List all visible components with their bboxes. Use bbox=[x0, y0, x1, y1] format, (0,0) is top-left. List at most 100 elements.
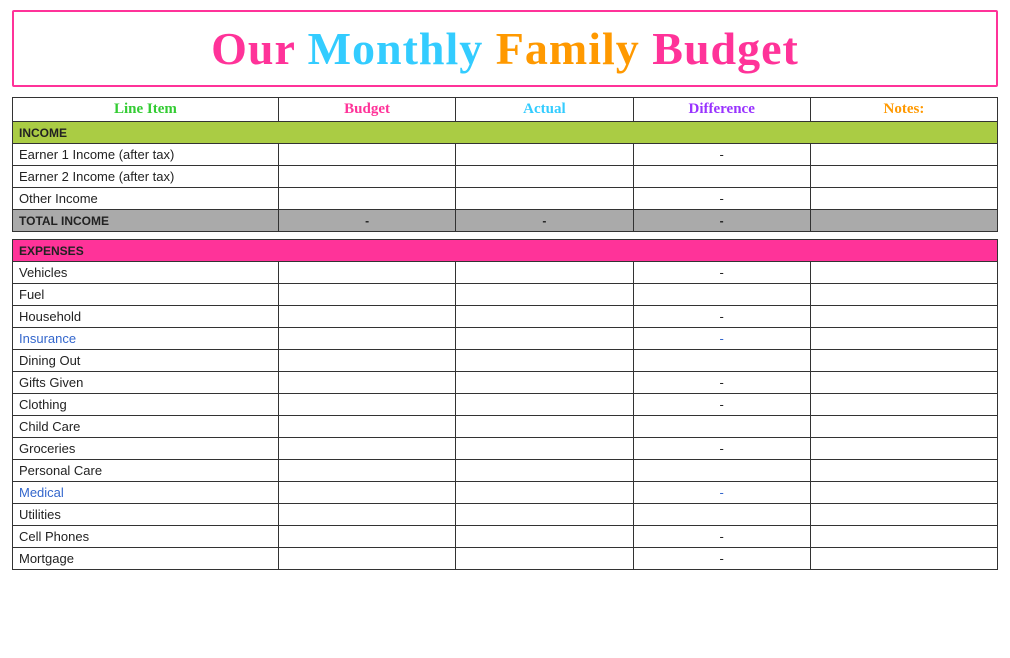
title-our: Our bbox=[211, 23, 307, 74]
col-header-budget: Budget bbox=[278, 98, 455, 122]
personalcare-budget bbox=[278, 460, 455, 482]
cellphones-notes bbox=[810, 526, 997, 548]
earner1-item: Earner 1 Income (after tax) bbox=[13, 144, 279, 166]
groceries-budget bbox=[278, 438, 455, 460]
insurance-budget bbox=[278, 328, 455, 350]
clothing-actual bbox=[456, 394, 633, 416]
title-monthly: Monthly bbox=[308, 23, 496, 74]
earner1-notes bbox=[810, 144, 997, 166]
gifts-difference: - bbox=[633, 372, 810, 394]
personalcare-item: Personal Care bbox=[13, 460, 279, 482]
childcare-actual bbox=[456, 416, 633, 438]
utilities-difference bbox=[633, 504, 810, 526]
mortgage-difference: - bbox=[633, 548, 810, 570]
cellphones-budget bbox=[278, 526, 455, 548]
vehicles-budget bbox=[278, 262, 455, 284]
title-box: Our Monthly Family Budget bbox=[12, 10, 998, 87]
insurance-item: Insurance bbox=[13, 328, 279, 350]
personalcare-difference bbox=[633, 460, 810, 482]
insurance-actual bbox=[456, 328, 633, 350]
col-header-lineitem: Line Item bbox=[13, 98, 279, 122]
utilities-budget bbox=[278, 504, 455, 526]
gifts-item: Gifts Given bbox=[13, 372, 279, 394]
gifts-notes bbox=[810, 372, 997, 394]
total-income-notes bbox=[810, 210, 997, 232]
cellphones-difference: - bbox=[633, 526, 810, 548]
household-notes bbox=[810, 306, 997, 328]
groceries-notes bbox=[810, 438, 997, 460]
medical-item: Medical bbox=[13, 482, 279, 504]
insurance-notes bbox=[810, 328, 997, 350]
other-income-difference: - bbox=[633, 188, 810, 210]
earner2-notes bbox=[810, 166, 997, 188]
col-header-notes: Notes: bbox=[810, 98, 997, 122]
utilities-actual bbox=[456, 504, 633, 526]
other-income-notes bbox=[810, 188, 997, 210]
col-header-difference: Difference bbox=[633, 98, 810, 122]
personalcare-actual bbox=[456, 460, 633, 482]
total-income-row: TOTAL INCOME - - - bbox=[13, 210, 998, 232]
table-row: Dining Out bbox=[13, 350, 998, 372]
vehicles-difference: - bbox=[633, 262, 810, 284]
table-row: Child Care bbox=[13, 416, 998, 438]
mortgage-notes bbox=[810, 548, 997, 570]
cellphones-item: Cell Phones bbox=[13, 526, 279, 548]
childcare-difference bbox=[633, 416, 810, 438]
spacer-row bbox=[13, 232, 998, 240]
table-row: Groceries - bbox=[13, 438, 998, 460]
table-row: Insurance - bbox=[13, 328, 998, 350]
table-header-row: Line Item Budget Actual Difference Notes… bbox=[13, 98, 998, 122]
title-budget: Budget bbox=[652, 23, 799, 74]
groceries-difference: - bbox=[633, 438, 810, 460]
mortgage-budget bbox=[278, 548, 455, 570]
cellphones-actual bbox=[456, 526, 633, 548]
utilities-notes bbox=[810, 504, 997, 526]
dining-notes bbox=[810, 350, 997, 372]
expenses-label: EXPENSES bbox=[13, 240, 998, 262]
medical-notes bbox=[810, 482, 997, 504]
table-row: Other Income - bbox=[13, 188, 998, 210]
groceries-item: Groceries bbox=[13, 438, 279, 460]
fuel-item: Fuel bbox=[13, 284, 279, 306]
total-income-actual: - bbox=[456, 210, 633, 232]
income-section-header: INCOME bbox=[13, 122, 998, 144]
vehicles-actual bbox=[456, 262, 633, 284]
total-income-budget: - bbox=[278, 210, 455, 232]
earner2-item: Earner 2 Income (after tax) bbox=[13, 166, 279, 188]
fuel-budget bbox=[278, 284, 455, 306]
household-actual bbox=[456, 306, 633, 328]
medical-budget bbox=[278, 482, 455, 504]
gifts-budget bbox=[278, 372, 455, 394]
childcare-item: Child Care bbox=[13, 416, 279, 438]
table-row: Household - bbox=[13, 306, 998, 328]
earner2-budget bbox=[278, 166, 455, 188]
utilities-item: Utilities bbox=[13, 504, 279, 526]
insurance-difference: - bbox=[633, 328, 810, 350]
mortgage-item: Mortgage bbox=[13, 548, 279, 570]
col-header-actual: Actual bbox=[456, 98, 633, 122]
title-text: Our Monthly Family Budget bbox=[211, 23, 799, 74]
fuel-notes bbox=[810, 284, 997, 306]
vehicles-notes bbox=[810, 262, 997, 284]
table-row: Earner 1 Income (after tax) - bbox=[13, 144, 998, 166]
total-income-difference: - bbox=[633, 210, 810, 232]
budget-table: Line Item Budget Actual Difference Notes… bbox=[12, 97, 998, 570]
dining-budget bbox=[278, 350, 455, 372]
earner1-actual bbox=[456, 144, 633, 166]
dining-difference bbox=[633, 350, 810, 372]
mortgage-actual bbox=[456, 548, 633, 570]
other-income-actual bbox=[456, 188, 633, 210]
table-row: Cell Phones - bbox=[13, 526, 998, 548]
table-row: Medical - bbox=[13, 482, 998, 504]
dining-actual bbox=[456, 350, 633, 372]
table-row: Earner 2 Income (after tax) bbox=[13, 166, 998, 188]
medical-difference: - bbox=[633, 482, 810, 504]
personalcare-notes bbox=[810, 460, 997, 482]
gifts-actual bbox=[456, 372, 633, 394]
childcare-notes bbox=[810, 416, 997, 438]
table-row: Personal Care bbox=[13, 460, 998, 482]
household-budget bbox=[278, 306, 455, 328]
table-row: Gifts Given - bbox=[13, 372, 998, 394]
clothing-notes bbox=[810, 394, 997, 416]
other-income-item: Other Income bbox=[13, 188, 279, 210]
